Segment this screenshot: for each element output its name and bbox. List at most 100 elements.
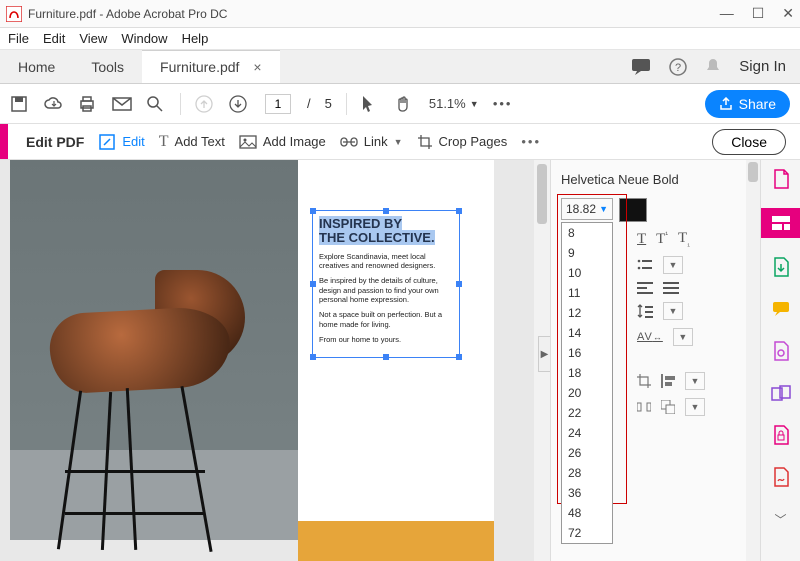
menu-help[interactable]: Help	[182, 31, 209, 46]
selected-text-frame[interactable]: INSPIRED BY THE COLLECTIVE. Explore Scan…	[312, 210, 460, 358]
expand-rail-icon[interactable]: ﹀	[768, 506, 794, 532]
crop-label: Crop Pages	[439, 134, 508, 149]
underline-icon[interactable]: T	[637, 231, 646, 248]
maximize-button[interactable]: ☐	[752, 5, 765, 22]
size-option[interactable]: 11	[562, 283, 612, 303]
save-icon[interactable]	[10, 95, 30, 113]
size-option[interactable]: 22	[562, 403, 612, 423]
help-icon[interactable]: ?	[669, 58, 687, 76]
char-spacing-dropdown[interactable]: ▼	[673, 328, 693, 346]
add-image-icon	[239, 135, 257, 149]
size-option[interactable]: 72	[562, 523, 612, 543]
close-window-button[interactable]: ✕	[782, 5, 794, 22]
bullet-list-icon[interactable]	[637, 258, 653, 272]
scrollbar-thumb[interactable]	[537, 164, 547, 224]
size-option[interactable]: 36	[562, 483, 612, 503]
size-option[interactable]: 48	[562, 503, 612, 523]
tab-close-icon[interactable]: ×	[253, 59, 261, 75]
notifications-icon[interactable]	[705, 58, 721, 76]
edit-label: Edit	[122, 134, 144, 149]
print-icon[interactable]	[78, 95, 98, 113]
share-button[interactable]: Share	[705, 90, 790, 118]
align-objects-icon[interactable]	[661, 374, 675, 388]
hand-tool-icon[interactable]	[395, 95, 415, 113]
size-option[interactable]: 9	[562, 243, 612, 263]
size-option[interactable]: 26	[562, 443, 612, 463]
more-edit-tools-icon[interactable]: •••	[521, 134, 541, 149]
protect-icon[interactable]	[768, 422, 794, 448]
crop-pages-tool[interactable]: Crop Pages	[417, 134, 508, 150]
character-spacing-icon[interactable]: AV↔	[637, 331, 663, 343]
chevron-down-icon: ▼	[394, 137, 403, 147]
tab-document[interactable]: Furniture.pdf ×	[142, 50, 280, 83]
menu-edit[interactable]: Edit	[43, 31, 65, 46]
page-total: 5	[325, 96, 332, 111]
next-page-icon[interactable]	[229, 95, 249, 113]
cloud-icon[interactable]	[44, 96, 64, 112]
body-paragraph: Not a space built on perfection. But a h…	[319, 310, 453, 329]
font-size-input[interactable]: 18.82 ▼	[561, 198, 613, 220]
size-option[interactable]: 8	[562, 223, 612, 243]
font-family-dropdown[interactable]: Helvetica Neue Bold ▼	[561, 166, 754, 192]
zoom-level[interactable]: 51.1%▼	[429, 96, 479, 111]
size-option[interactable]: 18	[562, 363, 612, 383]
add-image-tool[interactable]: Add Image	[239, 134, 326, 149]
superscript-icon[interactable]: T¹	[656, 230, 668, 248]
arrange-icon[interactable]	[661, 400, 675, 414]
scrollbar-thumb[interactable]	[748, 162, 758, 182]
size-option[interactable]: 28	[562, 463, 612, 483]
organize-pages-icon[interactable]	[768, 338, 794, 364]
size-option[interactable]: 12	[562, 303, 612, 323]
subscript-icon[interactable]: T₁	[678, 230, 690, 248]
prev-page-icon[interactable]	[195, 95, 215, 113]
align-dropdown[interactable]: ▼	[685, 372, 705, 390]
document-view[interactable]: INSPIRED BY THE COLLECTIVE. Explore Scan…	[0, 160, 550, 561]
size-option[interactable]: 10	[562, 263, 612, 283]
comment-icon[interactable]	[768, 296, 794, 322]
menu-window[interactable]: Window	[121, 31, 167, 46]
line-spacing-icon[interactable]	[637, 303, 653, 319]
more-tools-icon[interactable]: •••	[493, 96, 513, 111]
export-pdf-icon[interactable]	[768, 254, 794, 280]
size-option[interactable]: 14	[562, 323, 612, 343]
menu-file[interactable]: File	[8, 31, 29, 46]
align-left-icon[interactable]	[637, 282, 653, 294]
arrange-dropdown[interactable]: ▼	[685, 398, 705, 416]
close-edit-button[interactable]: Close	[712, 129, 786, 155]
comments-icon[interactable]	[631, 58, 651, 76]
select-tool-icon[interactable]	[361, 95, 381, 113]
size-option[interactable]: 20	[562, 383, 612, 403]
distribute-icon[interactable]	[637, 400, 651, 414]
body-paragraph: Be inspired by the details of culture, d…	[319, 276, 453, 304]
tab-home[interactable]: Home	[0, 50, 73, 83]
crop-object-icon[interactable]	[637, 374, 651, 388]
combine-files-icon[interactable]	[768, 380, 794, 406]
fill-sign-icon[interactable]	[768, 464, 794, 490]
menu-view[interactable]: View	[79, 31, 107, 46]
mail-icon[interactable]	[112, 97, 132, 111]
create-pdf-icon[interactable]	[768, 166, 794, 192]
edit-tool[interactable]: Edit	[98, 133, 144, 151]
link-tool[interactable]: Link ▼	[340, 134, 403, 149]
align-justify-icon[interactable]	[663, 282, 679, 294]
tools-rail: ﹀	[760, 160, 800, 561]
body-paragraph: Explore Scandinavia, meet local creative…	[319, 252, 453, 271]
collapse-right-icon[interactable]: ▶	[538, 336, 550, 372]
font-size-dropdown[interactable]: 8 9 10 11 12 14 16 18 20 22 24 26 28 36 …	[561, 222, 613, 544]
add-text-tool[interactable]: T Add Text	[159, 133, 225, 151]
search-icon[interactable]	[146, 95, 166, 113]
panel-scrollbar[interactable]	[746, 160, 760, 561]
font-size-value: 18.82	[566, 202, 596, 216]
list-style-dropdown[interactable]: ▼	[663, 256, 683, 274]
size-option[interactable]: 16	[562, 343, 612, 363]
tab-tools[interactable]: Tools	[73, 50, 142, 83]
sign-in-link[interactable]: Sign In	[739, 58, 786, 75]
edit-pdf-rail-icon[interactable]	[761, 208, 800, 238]
page-number-input[interactable]	[265, 94, 291, 114]
text-color-swatch[interactable]	[619, 198, 647, 222]
line-spacing-dropdown[interactable]: ▼	[663, 302, 683, 320]
add-text-icon: T	[159, 133, 169, 151]
size-option[interactable]: 24	[562, 423, 612, 443]
edit-pdf-toolbar: Edit PDF Edit T Add Text Add Image Link …	[0, 124, 800, 160]
minimize-button[interactable]: —	[720, 5, 734, 22]
